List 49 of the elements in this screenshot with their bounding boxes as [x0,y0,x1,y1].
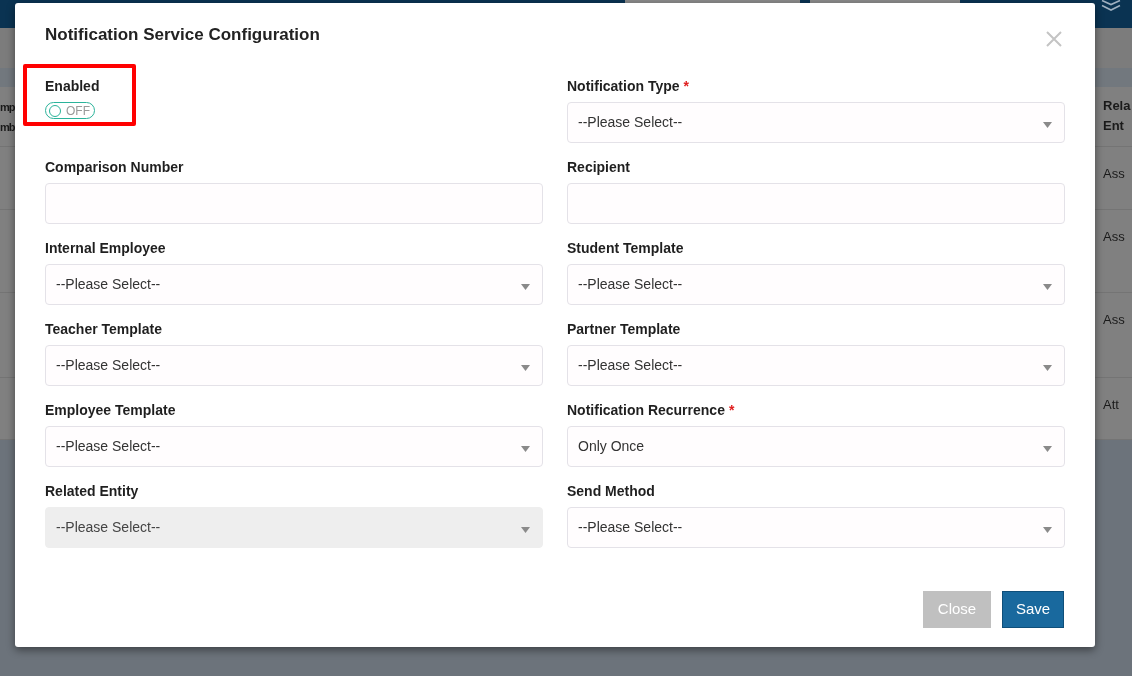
caret-icon [521,283,530,290]
dialog-title: Notification Service Configuration [45,25,320,45]
dropdown-field[interactable]: --Please Select-- [567,507,1065,548]
caret-icon [521,445,530,452]
caret-icon [1043,364,1052,371]
layers-icon[interactable] [1100,0,1122,11]
field-label: Partner Template [567,320,681,339]
dropdown-field[interactable]: --Please Select-- [567,102,1065,143]
caret-icon [1043,445,1052,452]
close-icon[interactable] [1046,31,1062,47]
field-label: Student Template [567,239,684,258]
caret-icon [1043,283,1052,290]
field-label: Notification Type [567,77,680,96]
table-cell-text: Ass [1103,166,1125,181]
column-header-text: mb [0,120,15,135]
text-input[interactable] [45,183,543,224]
required-mark: * [728,401,735,420]
column-header-text: Rela [1103,97,1131,115]
dropdown-field: --Please Select-- [45,507,543,548]
dropdown-field[interactable]: --Please Select-- [567,264,1065,305]
dropdown-field[interactable]: --Please Select-- [45,345,543,386]
column-header-text: Ent [1103,117,1124,135]
table-cell-text: Att [1103,397,1119,412]
caret-icon [1043,121,1052,128]
text-input[interactable] [567,183,1065,224]
field-label: Employee Template [45,401,176,420]
field-label: Enabled [45,77,100,96]
column-header-text: mp [0,100,15,115]
caret-icon [521,526,530,533]
dropdown-field[interactable]: --Please Select-- [567,345,1065,386]
header-selector[interactable] [810,0,960,3]
field-label: Notification Recurrence [567,401,725,420]
caret-icon [1043,526,1052,533]
field-label: Internal Employee [45,239,166,258]
table-cell-text: Ass [1103,312,1125,327]
dropdown-field[interactable]: --Please Select-- [45,264,543,305]
caret-icon [521,364,530,371]
required-mark: * [683,77,689,96]
knob-icon [49,104,61,117]
dropdown-field[interactable]: Only Once [567,426,1065,467]
dropdown-field[interactable]: --Please Select-- [45,426,543,467]
header-selector[interactable] [625,0,800,3]
save-button[interactable]: Save [1002,591,1064,628]
field-label: Comparison Number [45,158,184,177]
field-label: Teacher Template [45,320,162,339]
field-label: Send Method [567,482,655,501]
field-label: Related Entity [45,482,139,501]
field-label: Recipient [567,158,630,177]
table-cell-text: Ass [1103,229,1125,244]
